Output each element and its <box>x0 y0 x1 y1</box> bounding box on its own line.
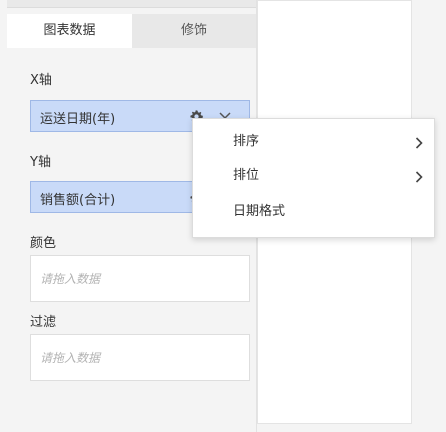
tab-decorate[interactable]: 修饰 <box>132 14 256 48</box>
menu-item-date-format-label: 日期格式 <box>233 204 286 219</box>
menu-item-rank-label: 排位 <box>233 168 260 183</box>
menu-item-date-format[interactable]: 日期格式 <box>193 195 434 229</box>
panel-tabs: 图表数据 修饰 <box>7 14 256 48</box>
x-axis-label: X轴 <box>30 73 52 88</box>
y-axis-label: Y轴 <box>30 155 51 170</box>
filter-label: 过滤 <box>30 315 57 330</box>
color-drop-zone[interactable]: 请拖入数据 <box>30 255 250 302</box>
tab-chart-data[interactable]: 图表数据 <box>7 14 132 48</box>
y-axis-field-name: 销售额(合计) <box>40 193 116 208</box>
menu-item-rank[interactable]: 排位 <box>193 159 434 193</box>
chevron-right-icon <box>415 137 423 149</box>
color-placeholder: 请拖入数据 <box>40 272 101 286</box>
menu-item-sort[interactable]: 排序 <box>193 125 434 159</box>
color-label: 颜色 <box>30 236 57 251</box>
chevron-right-icon <box>415 171 423 183</box>
filter-placeholder: 请拖入数据 <box>40 351 101 365</box>
x-axis-field-name: 运送日期(年) <box>40 112 116 127</box>
filter-drop-zone[interactable]: 请拖入数据 <box>30 334 250 381</box>
menu-item-sort-label: 排序 <box>233 134 260 149</box>
panel-top-strip <box>7 0 256 8</box>
context-menu: 排序 排位 日期格式 <box>192 118 435 238</box>
